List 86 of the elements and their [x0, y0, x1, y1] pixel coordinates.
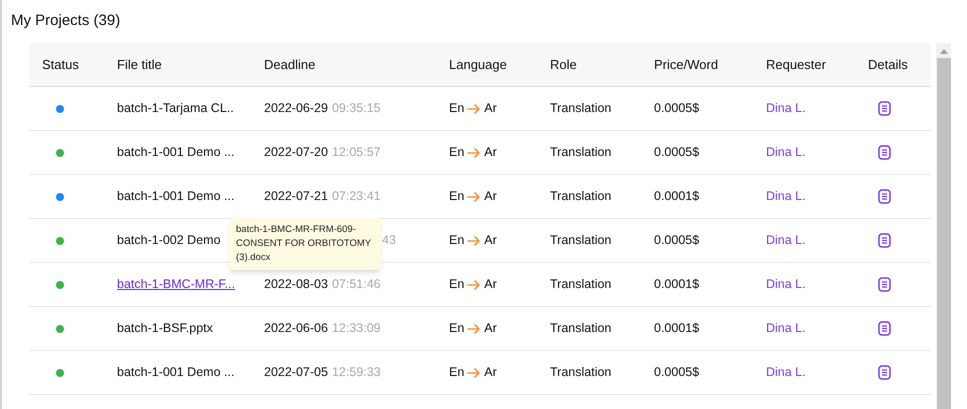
- column-header: Details: [868, 56, 908, 74]
- document-icon: [878, 101, 890, 116]
- source-language: En: [449, 100, 464, 118]
- details-button[interactable]: [877, 144, 891, 160]
- role-text: Translation: [550, 320, 612, 338]
- column-header: Price/Word: [654, 56, 718, 74]
- column-header: Language: [449, 56, 507, 74]
- deadline-time: 09:35:15: [332, 100, 381, 118]
- target-language: Ar: [484, 364, 497, 382]
- price-text: 0.0005$: [654, 144, 700, 162]
- requester-link[interactable]: Dina L.: [766, 275, 806, 294]
- details-button[interactable]: [877, 320, 891, 336]
- arrow-right-icon: [467, 280, 482, 290]
- document-icon: [878, 145, 890, 160]
- arrow-right-icon: [467, 192, 482, 202]
- price-text: 0.0005$: [654, 232, 700, 250]
- source-language: En: [449, 188, 464, 206]
- deadline-time: 12:33:09: [332, 320, 381, 338]
- column-header: Deadline: [264, 56, 316, 74]
- source-language: En: [449, 276, 464, 294]
- deadline-time: 07:51:46: [332, 276, 381, 294]
- target-language: Ar: [484, 100, 497, 118]
- details-button[interactable]: [877, 232, 891, 248]
- column-header: Role: [550, 56, 577, 74]
- details-button[interactable]: [877, 276, 891, 292]
- deadline-date: 2022-07-21: [264, 188, 328, 206]
- requester-link[interactable]: Dina L.: [766, 187, 806, 206]
- deadline-date: 2022-08-03: [264, 276, 328, 294]
- deadline-time: 07:23:41: [332, 188, 381, 206]
- target-language: Ar: [484, 232, 497, 250]
- arrow-right-icon: [467, 236, 482, 246]
- arrow-right-icon: [467, 368, 482, 378]
- target-language: Ar: [484, 188, 497, 206]
- document-icon: [878, 233, 890, 248]
- arrow-right-icon: [467, 104, 482, 114]
- role-text: Translation: [550, 100, 612, 118]
- document-icon: [878, 277, 890, 292]
- column-header: File title: [117, 56, 162, 74]
- deadline-time: 12:05:57: [332, 144, 381, 162]
- role-text: Translation: [550, 276, 612, 294]
- price-text: 0.0001$: [654, 320, 700, 338]
- price-text: 0.0001$: [654, 276, 700, 294]
- arrow-right-icon: [467, 324, 482, 334]
- requester-link[interactable]: Dina L.: [766, 99, 806, 118]
- source-language: En: [449, 232, 464, 250]
- details-button[interactable]: [877, 364, 891, 380]
- column-header: Status: [42, 56, 79, 74]
- role-text: Translation: [550, 144, 612, 162]
- file-title: batch-1-001 Demo ...: [117, 364, 234, 382]
- target-language: Ar: [484, 144, 497, 162]
- file-link[interactable]: batch-1-BMC-MR-F...: [117, 275, 236, 294]
- price-text: 0.0005$: [654, 364, 700, 382]
- page-title: My Projects (39): [11, 12, 120, 29]
- arrow-right-icon: [467, 148, 482, 158]
- deadline-date: 2022-06-29: [264, 100, 328, 118]
- target-language: Ar: [484, 320, 497, 338]
- requester-link[interactable]: Dina L.: [766, 363, 806, 382]
- source-language: En: [449, 320, 464, 338]
- requester-link[interactable]: Dina L.: [766, 143, 806, 162]
- deadline-date: 2022-07-05: [264, 364, 328, 382]
- role-text: Translation: [550, 188, 612, 206]
- price-text: 0.0001$: [654, 188, 700, 206]
- document-icon: [878, 365, 890, 380]
- deadline-date: 2022-06-06: [264, 320, 328, 338]
- source-language: En: [449, 144, 464, 162]
- tooltip: batch-1-BMC-MR-FRM-609-CONSENT FOR ORBITOTOMY (3).docx: [229, 218, 381, 270]
- file-title: batch-1-001 Demo ...: [117, 188, 234, 206]
- source-language: En: [449, 364, 464, 382]
- file-title: batch-1-BSF.pptx: [117, 320, 213, 338]
- deadline-time: 12:59:33: [332, 364, 381, 382]
- requester-link[interactable]: Dina L.: [766, 319, 806, 338]
- price-text: 0.0005$: [654, 100, 700, 118]
- file-title: batch-1-001 Demo ...: [117, 144, 234, 162]
- role-text: Translation: [550, 232, 612, 250]
- file-title: batch-1-Tarjama CL..: [117, 100, 234, 118]
- role-text: Translation: [550, 364, 612, 382]
- details-button[interactable]: [877, 100, 891, 116]
- deadline-date: 2022-07-20: [264, 144, 328, 162]
- document-icon: [878, 321, 890, 336]
- requester-link[interactable]: Dina L.: [766, 231, 806, 250]
- deadline-time: 43: [382, 232, 396, 250]
- details-button[interactable]: [877, 188, 891, 204]
- file-title: batch-1-002 Demo: [117, 232, 221, 250]
- target-language: Ar: [484, 276, 497, 294]
- document-icon: [878, 189, 890, 204]
- column-header: Requester: [766, 56, 826, 74]
